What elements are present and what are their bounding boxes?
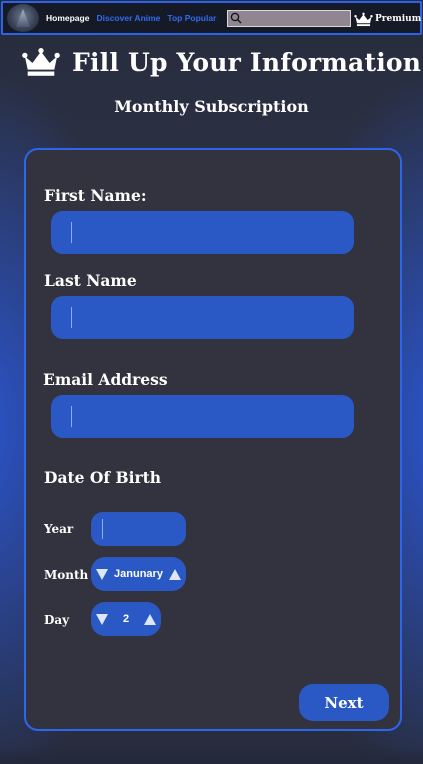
last-name-field[interactable] [51,296,354,339]
bottom-edge [0,746,423,764]
day-stepper: 2 [91,602,161,636]
month-label: Month [44,568,89,582]
text-caret [71,222,72,243]
triangle-up-icon[interactable] [144,613,156,625]
day-label: Day [44,613,70,627]
text-caret [102,519,103,539]
next-button[interactable]: Next [299,684,389,721]
triangle-down-icon[interactable] [96,613,108,625]
day-value: 2 [122,613,130,625]
page-subtitle: Monthly Subscription [114,97,309,116]
text-caret [71,307,72,328]
month-stepper: Janunary [91,557,186,591]
nav-homepage-link[interactable]: Homepage [46,13,89,23]
nav-top-popular-link[interactable]: Top Popular [167,13,216,23]
page-title: Fill Up Your Information [72,47,422,77]
triangle-down-icon[interactable] [96,568,108,580]
email-address-label: Email Address [43,370,168,389]
crown-icon [22,47,60,76]
search-box [227,10,351,27]
premium-label: Premium [375,14,422,24]
nav-discover-anime-link[interactable]: Discover Anime [96,13,160,23]
search-input[interactable] [242,11,350,26]
signup-form-card: First Name: Last Name Email Address Date… [24,148,402,731]
last-name-label: Last Name [44,271,137,290]
email-address-field[interactable] [51,395,354,438]
crown-icon [354,12,373,26]
year-label: Year [44,522,74,536]
year-field[interactable] [91,512,186,546]
text-caret [71,406,72,427]
date-of-birth-label: Date Of Birth [44,468,162,487]
month-value: Janunary [114,568,163,580]
premium-button[interactable]: Premium [354,9,421,29]
search-icon[interactable] [230,12,242,24]
first-name-label: First Name: [44,186,147,205]
first-name-field[interactable] [51,211,354,254]
page-header: Fill Up Your Information [22,46,421,78]
top-nav: Homepage Discover Anime Top Popular Prem… [1,1,422,35]
anime-logo-icon[interactable] [7,4,39,32]
page-background: Homepage Discover Anime Top Popular Prem… [0,0,423,764]
triangle-up-icon[interactable] [168,568,181,580]
